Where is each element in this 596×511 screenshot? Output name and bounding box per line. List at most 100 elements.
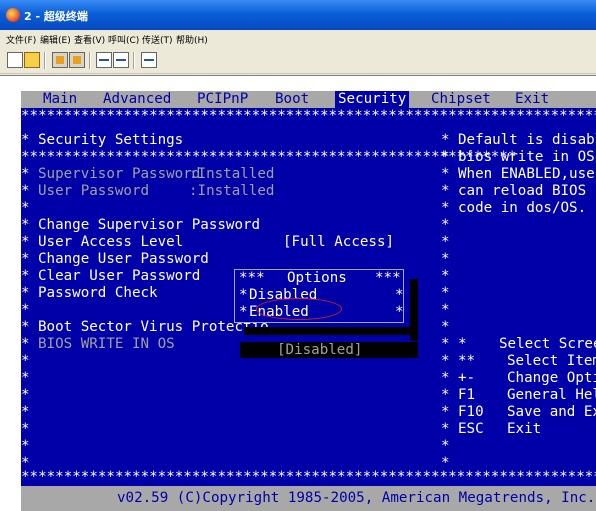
clear-user-password[interactable]: Clear User Password <box>38 268 200 285</box>
key-desc: Select Item <box>507 353 596 369</box>
receive-icon[interactable] <box>113 52 129 68</box>
bullet: * <box>441 200 450 216</box>
bullet: * <box>441 438 450 454</box>
user-password-label: User Password <box>38 183 150 199</box>
toolbar-separator <box>133 52 135 69</box>
help-line: When ENABLED,user <box>458 166 596 182</box>
bullet: * <box>21 268 30 284</box>
tab-boot[interactable]: Boot <box>275 91 309 108</box>
help-line: Default is disable <box>458 132 596 148</box>
new-icon[interactable] <box>7 52 23 68</box>
bios-write-value[interactable]: [Disabled] <box>277 342 362 358</box>
bullet: * <box>21 353 30 369</box>
bullet: * <box>21 234 30 250</box>
bullet: * <box>441 319 450 335</box>
bullet: * <box>239 287 248 303</box>
popup-title: Options <box>287 270 347 286</box>
bullet: * <box>441 183 450 199</box>
bullet: * <box>395 287 404 303</box>
phone-icon[interactable] <box>52 52 68 68</box>
menu-file[interactable]: 文件(F) <box>6 33 36 46</box>
tab-pcipnp[interactable]: PCIPnP <box>197 91 248 108</box>
change-user-password[interactable]: Change User Password <box>38 251 209 268</box>
bios-tab-bar: Main Advanced PCIPnP Boot Security Chips… <box>21 91 596 108</box>
help-line: can reload BIOS <box>458 183 587 199</box>
tab-security[interactable]: Security <box>335 91 410 108</box>
bullet: * <box>441 217 450 233</box>
arrow-lr-icon: * <box>458 336 467 352</box>
toolbar <box>0 48 596 74</box>
border-top: ****************************************… <box>21 108 596 124</box>
bullet: * <box>441 353 450 369</box>
properties-icon[interactable] <box>141 52 157 68</box>
bullet: * <box>239 304 248 320</box>
window-titlebar[interactable]: 2 - 超级终端 <box>0 0 596 30</box>
bullet: * <box>441 251 450 267</box>
disconnect-icon[interactable] <box>69 52 85 68</box>
supervisor-password-label: Supervisor Password <box>38 166 201 182</box>
menubar: 文件(F) 编辑(E) 查看(V) 呼叫(C) 传送(T) 帮助(H) <box>0 30 596 48</box>
bullet: * <box>395 304 404 320</box>
password-check[interactable]: Password Check <box>38 285 158 302</box>
popup-border-stars: *** <box>375 270 401 286</box>
menu-help[interactable]: 帮助(H) <box>176 33 208 46</box>
bullet: * <box>21 166 30 182</box>
annotation-ellipse <box>256 298 342 320</box>
menu-view[interactable]: 查看(V) <box>74 33 105 46</box>
popup-shadow <box>244 327 418 335</box>
bullet: * <box>21 438 30 454</box>
selected-item-value-bar[interactable]: [Disabled] <box>240 342 418 358</box>
key-desc: Save and Exit <box>507 404 596 420</box>
bullet: * <box>21 217 30 233</box>
bullet: * <box>441 302 450 318</box>
bullet: * <box>21 251 30 267</box>
key-desc: Change Option <box>507 370 596 386</box>
key-name: ESC <box>458 421 484 437</box>
user-access-level-value[interactable]: [Full Access] <box>283 234 394 251</box>
help-line: bios write in OS. <box>458 149 596 165</box>
tab-chipset[interactable]: Chipset <box>431 91 491 108</box>
toolbar-separator <box>89 52 91 69</box>
user-password-value: :Installed <box>189 183 275 199</box>
bios-footer-bar: v02.59 (C)Copyright 1985-2005, American … <box>21 486 596 511</box>
bullet: * <box>441 404 450 420</box>
bullet: * <box>441 166 450 182</box>
tab-main[interactable]: Main <box>43 91 77 108</box>
key-desc: Exit <box>507 421 542 437</box>
section-title: Security Settings <box>38 132 184 148</box>
bullet: * <box>441 234 450 250</box>
menu-edit[interactable]: 编辑(E) <box>40 33 71 46</box>
bios-write-in-os[interactable]: BIOS WRITE IN OS <box>38 336 175 353</box>
hyperterminal-icon <box>6 8 20 22</box>
key-name: F10 <box>458 404 484 420</box>
window-title: 2 - 超级终端 <box>24 10 88 23</box>
help-line: code in dos/OS. <box>458 200 587 216</box>
bullet: * <box>441 421 450 437</box>
bullet: * <box>21 200 30 216</box>
tab-advanced[interactable]: Advanced <box>103 91 171 108</box>
open-icon[interactable] <box>24 52 40 68</box>
bullet: * <box>21 404 30 420</box>
key-name: +- <box>458 370 476 386</box>
bullet: * <box>21 387 30 403</box>
bullet: * <box>21 421 30 437</box>
supervisor-password-value: :Installed <box>189 166 275 182</box>
bullet: * <box>21 183 30 199</box>
menu-transfer[interactable]: 传送(T) <box>142 33 173 46</box>
bullet: * <box>441 387 450 403</box>
bullet: * <box>441 268 450 284</box>
bullet: * <box>21 132 30 148</box>
change-supervisor-password[interactable]: Change Supervisor Password <box>38 217 260 234</box>
bullet: * <box>21 285 30 301</box>
user-access-level[interactable]: User Access Level <box>38 234 183 251</box>
copyright-footer: v02.59 (C)Copyright 1985-2005, American … <box>117 490 596 506</box>
bullet: * <box>21 319 30 335</box>
tab-exit[interactable]: Exit <box>515 91 549 108</box>
key-desc: General Help <box>507 387 596 403</box>
toolbar-separator <box>44 52 46 69</box>
bullet: * <box>441 285 450 301</box>
bullet: * <box>441 149 450 165</box>
send-icon[interactable] <box>96 52 112 68</box>
bullet: * <box>441 132 450 148</box>
menu-call[interactable]: 呼叫(C) <box>108 33 139 46</box>
